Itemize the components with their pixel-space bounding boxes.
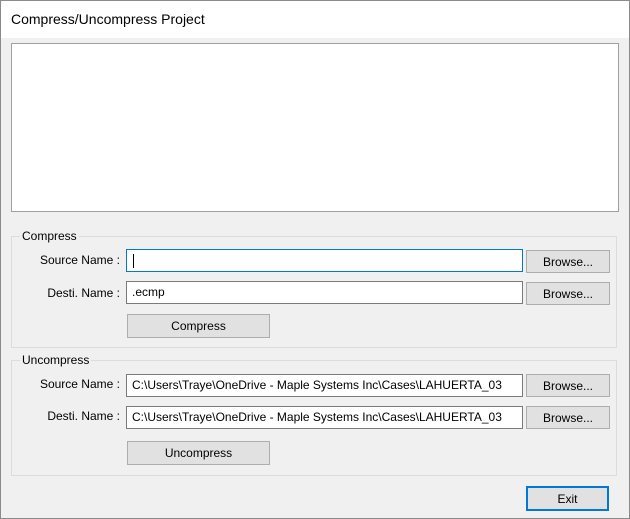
uncompress-source-value: C:\Users\Traye\OneDrive - Maple Systems … (132, 378, 502, 392)
compress-group-label: Compress (20, 229, 79, 243)
window-title: Compress/Uncompress Project (11, 11, 205, 27)
uncompress-source-input[interactable]: C:\Users\Traye\OneDrive - Maple Systems … (126, 374, 523, 397)
uncompress-source-label: Source Name : (39, 377, 120, 391)
exit-button[interactable]: Exit (526, 486, 609, 511)
text-caret (133, 254, 134, 268)
compress-dest-browse-button[interactable]: Browse... (526, 282, 610, 305)
compress-dest-input[interactable]: .ecmp (126, 281, 523, 304)
compress-button[interactable]: Compress (127, 314, 270, 338)
uncompress-button[interactable]: Uncompress (127, 441, 270, 465)
compress-source-browse-button[interactable]: Browse... (526, 250, 610, 273)
log-output-area[interactable] (11, 43, 619, 212)
compress-source-input[interactable] (126, 249, 523, 272)
compress-dest-label: Desti. Name : (47, 286, 120, 300)
compress-group: Compress Source Name : Browse... Desti. … (11, 229, 617, 348)
uncompress-group: Uncompress Source Name : C:\Users\Traye\… (11, 353, 617, 476)
uncompress-dest-browse-button[interactable]: Browse... (526, 406, 610, 429)
uncompress-dest-input[interactable]: C:\Users\Traye\OneDrive - Maple Systems … (126, 406, 523, 429)
uncompress-dest-label: Desti. Name : (47, 409, 120, 423)
title-bar: Compress/Uncompress Project (1, 1, 629, 38)
compress-uncompress-dialog: Compress/Uncompress Project Compress Sou… (0, 0, 630, 519)
uncompress-source-browse-button[interactable]: Browse... (526, 374, 610, 397)
uncompress-dest-value: C:\Users\Traye\OneDrive - Maple Systems … (132, 410, 502, 424)
compress-dest-value: .ecmp (132, 285, 165, 299)
uncompress-group-label: Uncompress (20, 353, 92, 367)
compress-source-label: Source Name : (39, 253, 120, 267)
